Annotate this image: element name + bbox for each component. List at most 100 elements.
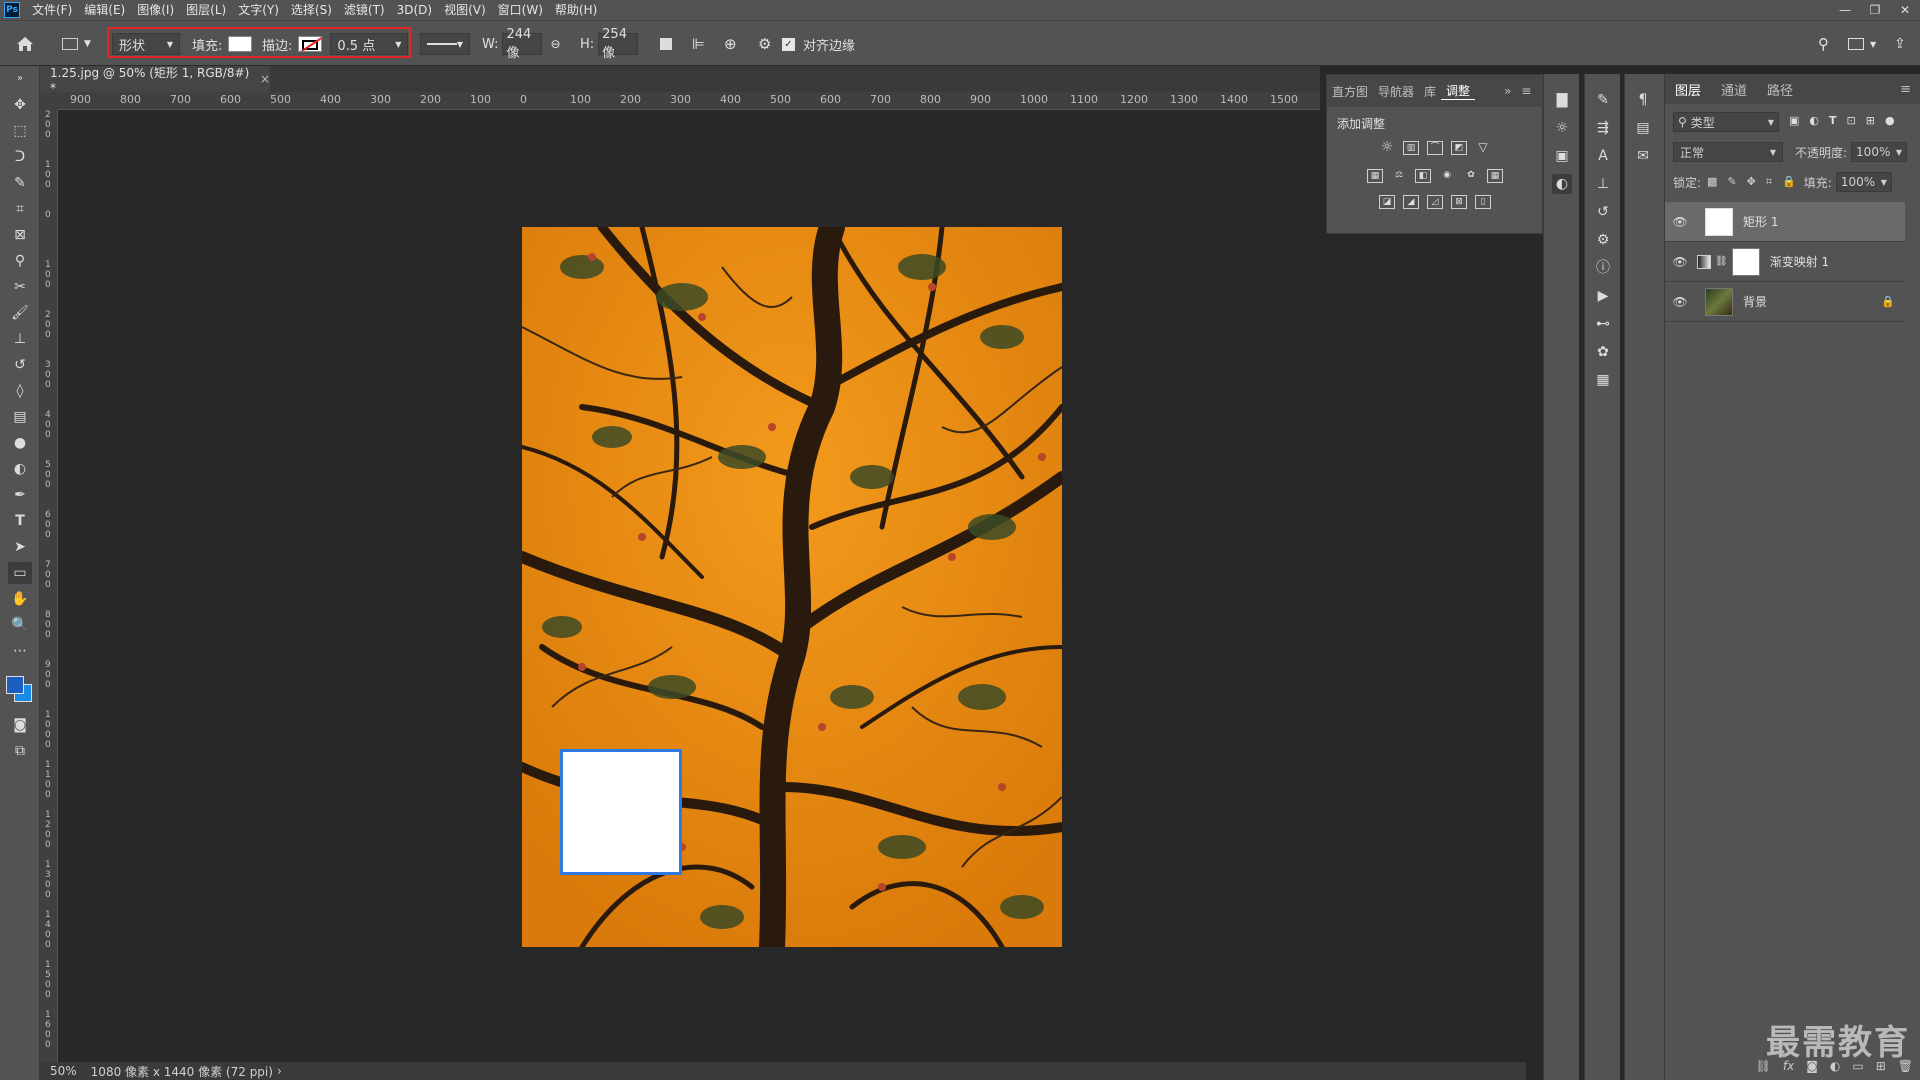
rectangle-shape-layer[interactable] — [560, 749, 682, 875]
black-white-icon[interactable]: ◧ — [1415, 169, 1431, 183]
healing-brush-tool-icon[interactable]: ✂ — [8, 276, 32, 298]
tab-navigator[interactable]: 导航器 — [1373, 83, 1419, 100]
character-icon[interactable]: A — [1593, 146, 1613, 166]
layer-row-gradient-map-1[interactable]: 👁 ⛓ 渐变映射 1 — [1665, 242, 1905, 282]
color-balance-icon[interactable]: ⚖ — [1391, 169, 1407, 183]
layer-mask-thumbnail[interactable] — [1731, 247, 1760, 276]
tab-channels[interactable]: 通道 — [1711, 80, 1757, 99]
smart-object-filter-icon[interactable]: ⊞ — [1866, 114, 1875, 127]
close-window-button[interactable]: ✕ — [1890, 0, 1920, 20]
histogram-icon[interactable]: ▇ — [1552, 90, 1572, 110]
vibrance-icon[interactable]: ▽ — [1475, 141, 1491, 155]
frame-tool-icon[interactable]: ⊠ — [8, 224, 32, 246]
close-tab-icon[interactable]: × — [260, 72, 270, 86]
path-operations-button[interactable] — [660, 21, 672, 67]
swatches-icon[interactable]: ✿ — [1593, 342, 1613, 362]
menu-help[interactable]: 帮助(H) — [549, 0, 603, 20]
eyedropper-tool-icon[interactable]: ⚲ — [8, 250, 32, 272]
screen-mode-icon[interactable]: ⧉ — [8, 740, 32, 762]
lasso-tool-icon[interactable]: ᑐ — [8, 146, 32, 168]
brush-settings-icon[interactable]: ✎ — [1593, 90, 1613, 110]
opacity-input[interactable]: 100% ▼ — [1851, 142, 1908, 162]
blur-tool-icon[interactable]: ● — [8, 432, 32, 454]
channel-mixer-icon[interactable]: ✿ — [1463, 169, 1479, 183]
zoom-tool-icon[interactable]: 🔍 — [8, 614, 32, 636]
lock-position-icon[interactable]: ✥ — [1747, 175, 1756, 189]
lock-artboard-icon[interactable]: ⌗ — [1766, 175, 1772, 189]
lock-pixels-icon[interactable]: ✎ — [1727, 175, 1736, 189]
path-selection-tool-icon[interactable]: ➤ — [8, 536, 32, 558]
rectangle-tool-icon[interactable]: ▭ — [8, 562, 32, 584]
move-tool-icon[interactable]: ✥ — [8, 94, 32, 116]
history-brush-tool-icon[interactable]: ↺ — [8, 354, 32, 376]
align-edges-checkbox[interactable]: ✓ — [782, 37, 795, 51]
visibility-eye-icon[interactable]: 👁 — [1669, 215, 1691, 229]
clone-stamp-tool-icon[interactable]: ⊥ — [8, 328, 32, 350]
menu-view[interactable]: 视图(V) — [438, 0, 492, 20]
restore-button[interactable]: ❐ — [1860, 0, 1890, 20]
panel-menu-icon[interactable]: ≡ — [1890, 82, 1920, 97]
threshold-icon[interactable]: ◿ — [1427, 195, 1443, 209]
visibility-eye-icon[interactable]: 👁 — [1669, 255, 1691, 269]
hue-saturation-icon[interactable]: ▦ — [1367, 169, 1383, 183]
invert-icon[interactable]: ◪ — [1379, 195, 1395, 209]
properties-icon[interactable]: ⊷ — [1593, 314, 1613, 334]
tab-paths[interactable]: 路径 — [1757, 80, 1803, 99]
brush-tool-icon[interactable]: 🖌 — [8, 302, 32, 324]
gear-button[interactable]: ⚙ — [758, 21, 771, 67]
height-input[interactable]: 254 像 — [598, 27, 639, 61]
vertical-ruler[interactable]: 2 0 0 1 0 0 0 1 0 0 2 0 0 3 0 0 4 0 0 5 0 0 6 0 … — [40, 110, 58, 1068]
tool-preset-picker[interactable]: ▼ — [62, 21, 91, 67]
menu-edit[interactable]: 编辑(E) — [78, 0, 131, 20]
curves-icon[interactable]: ⌒ — [1427, 141, 1443, 155]
lock-transparent-icon[interactable]: ▩ — [1707, 175, 1717, 189]
foreground-color-swatch[interactable] — [6, 676, 24, 694]
menu-3d[interactable]: 3D(D) — [391, 0, 438, 20]
levels-icon[interactable]: ▥ — [1403, 141, 1419, 155]
hand-tool-icon[interactable]: ✋ — [8, 588, 32, 610]
panel-menu-icon[interactable]: ≡ — [1516, 84, 1536, 98]
visibility-eye-icon[interactable]: 👁 — [1669, 295, 1691, 309]
marquee-tool-icon[interactable]: ⬚ — [8, 120, 32, 142]
tool-presets-icon[interactable]: ⚙ — [1593, 230, 1613, 250]
expand-panel-icon[interactable]: » — [1499, 84, 1516, 98]
table-icon[interactable]: ▦ — [1593, 370, 1613, 390]
menu-file[interactable]: 文件(F) — [26, 0, 78, 20]
menu-image[interactable]: 图像(I) — [131, 0, 180, 20]
menu-select[interactable]: 选择(S) — [285, 0, 338, 20]
minimize-button[interactable]: — — [1830, 0, 1860, 20]
menu-type[interactable]: 文字(Y) — [232, 0, 285, 20]
actions-icon[interactable]: ▶ — [1593, 286, 1613, 306]
pen-tool-icon[interactable]: ✒ — [8, 484, 32, 506]
workspace-button[interactable]: ▼ — [1848, 21, 1876, 67]
document-tab[interactable]: 1.25.jpg @ 50% (矩形 1, RGB/8#) * × — [40, 66, 270, 95]
brush-presets-icon[interactable]: ⇶ — [1593, 118, 1613, 138]
filter-toggle-icon[interactable]: ● — [1885, 114, 1895, 127]
eraser-tool-icon[interactable]: ◊ — [8, 380, 32, 402]
menu-layer[interactable]: 图层(L) — [180, 0, 232, 20]
paragraph-icon[interactable]: ¶ — [1633, 90, 1653, 110]
selective-color-icon[interactable]: ⊠ — [1451, 195, 1467, 209]
fill-input[interactable]: 100% ▼ — [1835, 172, 1892, 192]
gradient-tool-icon[interactable]: ▤ — [8, 406, 32, 428]
layer-filter-select[interactable]: ⚲ 类型 ▼ — [1673, 112, 1779, 132]
tab-adjustments[interactable]: 调整 — [1441, 82, 1476, 100]
layer-row-rectangle-1[interactable]: 👁 矩形 1 — [1665, 202, 1905, 242]
tab-libraries[interactable]: 库 — [1419, 83, 1441, 100]
blend-mode-select[interactable]: 正常 ▼ — [1673, 142, 1783, 162]
lock-all-icon[interactable]: 🔒 — [1782, 175, 1796, 189]
link-icon[interactable]: ⊖ — [550, 37, 560, 51]
brightness-contrast-icon[interactable]: ☼ — [1379, 140, 1395, 155]
navigator-icon[interactable]: ▣ — [1552, 146, 1572, 166]
more-tools-icon[interactable]: ⋯ — [8, 640, 32, 662]
path-arrangement-button[interactable]: ⊕ — [724, 21, 737, 67]
menu-window[interactable]: 窗口(W) — [492, 0, 549, 20]
clone-source-icon[interactable]: ⊥ — [1593, 174, 1613, 194]
photo-filter-icon[interactable]: ◉ — [1439, 169, 1455, 183]
stroke-type-select[interactable]: ▼ — [420, 21, 470, 67]
type-filter-icon[interactable]: T — [1829, 114, 1837, 127]
shape-filter-icon[interactable]: ⊡ — [1847, 114, 1856, 127]
pixel-filter-icon[interactable]: ▣ — [1789, 114, 1799, 127]
brightness-icon[interactable]: ☼ — [1552, 118, 1572, 138]
type-tool-icon[interactable]: T — [8, 510, 32, 532]
